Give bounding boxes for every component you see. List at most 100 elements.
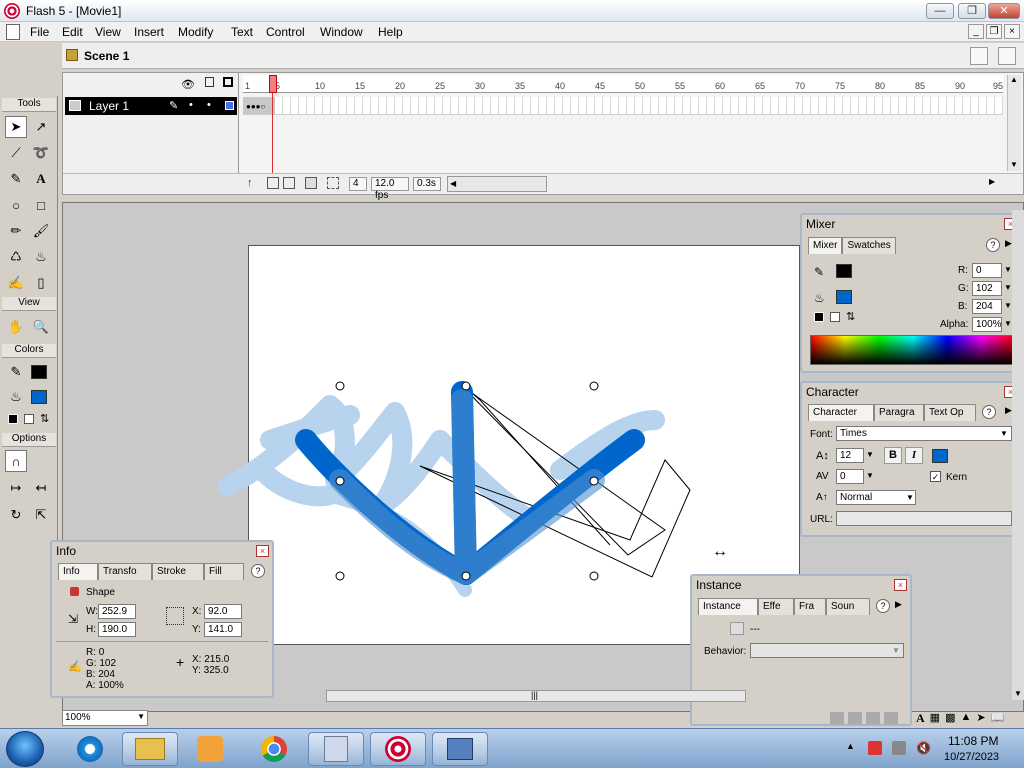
character-launcher-icon[interactable]: A: [916, 711, 925, 727]
taskbar-flash-app-icon[interactable]: [370, 732, 426, 766]
restore-button[interactable]: ❐: [958, 3, 986, 19]
edit-multiple-frames-icon[interactable]: [305, 177, 317, 189]
mixer-r-field[interactable]: 0: [972, 263, 1002, 278]
taskbar-flash-file-icon[interactable]: [308, 732, 364, 766]
library-launcher-icon[interactable]: 📖: [991, 711, 1005, 727]
dropper-tool-icon[interactable]: ✍: [5, 272, 27, 294]
menu-file[interactable]: File: [30, 25, 49, 39]
bold-button[interactable]: B: [884, 447, 902, 464]
visible-dot-icon[interactable]: •: [189, 99, 193, 111]
menu-help[interactable]: Help: [378, 25, 403, 39]
font-size-field[interactable]: 12: [836, 448, 864, 463]
mixer-default-colors-icon[interactable]: [814, 312, 824, 322]
info-close-button[interactable]: ×: [256, 545, 269, 557]
font-dropdown-arrow[interactable]: ▼: [998, 427, 1010, 440]
onion-markers-icon[interactable]: [327, 177, 339, 189]
center-frame-icon[interactable]: ↑: [247, 177, 259, 191]
eraser-tool-icon[interactable]: ▯: [30, 272, 52, 294]
menu-window[interactable]: Window: [320, 25, 363, 39]
minimize-button[interactable]: —: [926, 3, 954, 19]
doc-minimize-button[interactable]: _: [968, 24, 984, 39]
smooth-icon[interactable]: ↦: [5, 477, 27, 499]
rectangle-tool-icon[interactable]: □: [30, 194, 52, 216]
pencil-tool-icon[interactable]: ✏: [5, 220, 27, 242]
taskbar-ie-icon[interactable]: [62, 732, 118, 766]
fill-color-swatch[interactable]: [31, 390, 47, 404]
mixer-help-icon[interactable]: ?: [986, 238, 1000, 252]
line-tool-icon[interactable]: ⟋: [5, 142, 27, 164]
arrow-tool-icon[interactable]: ➤: [5, 116, 27, 138]
lock-icon[interactable]: [205, 77, 214, 87]
taskbar-media-player-icon[interactable]: [182, 732, 238, 766]
stroke-color-swatch[interactable]: [31, 365, 47, 379]
tab-info[interactable]: Info: [58, 563, 98, 580]
stage-hscrollbar[interactable]: |||: [326, 690, 746, 702]
instance-menu-arrow-icon[interactable]: ▶: [895, 599, 902, 610]
url-field[interactable]: [836, 511, 1012, 526]
frame-ruler[interactable]: 1 5 10 15 20 25 30 35 40 45 50 55 60 65 …: [243, 75, 1003, 93]
registration-grid-icon[interactable]: [166, 607, 184, 625]
tab-swatches[interactable]: Swatches: [842, 237, 896, 254]
taskbar-explorer-icon[interactable]: [122, 732, 178, 766]
font-select[interactable]: Times: [836, 426, 1012, 441]
scale-icon[interactable]: ⇱: [30, 504, 52, 526]
tab-text-options[interactable]: Text Op: [924, 404, 976, 421]
tab-mixer[interactable]: Mixer: [808, 237, 843, 254]
mixer-alpha-field[interactable]: 100%: [972, 317, 1002, 332]
mixer-stroke-swatch[interactable]: [836, 264, 852, 278]
default-colors-icon[interactable]: [8, 414, 18, 424]
behavior-dropdown-arrow[interactable]: ▼: [890, 644, 902, 657]
hand-tool-icon[interactable]: ✋: [5, 316, 27, 338]
tracking-dropdown[interactable]: ▼: [864, 469, 876, 482]
tab-stroke[interactable]: Stroke: [152, 563, 204, 580]
tray-expand-icon[interactable]: ▲: [846, 741, 860, 755]
tab-paragraph[interactable]: Paragra: [874, 404, 924, 421]
zoom-tool-icon[interactable]: 🔍: [30, 316, 52, 338]
tab-instance[interactable]: Instance: [698, 598, 758, 615]
tray-alert-icon[interactable]: [868, 741, 882, 755]
snap-magnet-icon[interactable]: ∩: [5, 450, 27, 472]
y-field[interactable]: 141.0: [204, 622, 242, 637]
taskbar-chrome-icon[interactable]: [246, 732, 302, 766]
movie-explorer-icon[interactable]: ▲: [960, 711, 971, 727]
height-field[interactable]: 190.0: [98, 622, 136, 637]
keyframe-span[interactable]: ●●●○: [243, 97, 275, 114]
edit-symbol-icon[interactable]: [866, 712, 880, 724]
mixer-swap-icon[interactable]: ⇅: [846, 310, 855, 323]
behavior-select[interactable]: [750, 643, 904, 658]
close-button[interactable]: ✕: [988, 3, 1020, 19]
menu-text[interactable]: Text: [231, 25, 253, 39]
timeline-scrollbar[interactable]: ▲ ▼: [1007, 75, 1021, 171]
tracking-field[interactable]: 0: [836, 469, 864, 484]
tab-transform[interactable]: Transfo: [98, 563, 152, 580]
paint-bucket-tool-icon[interactable]: ♨: [30, 246, 52, 268]
text-color-swatch[interactable]: [932, 449, 948, 463]
clock-date[interactable]: 10/27/2023: [944, 751, 999, 763]
tab-sound[interactable]: Soun: [826, 598, 870, 615]
color-spectrum[interactable]: [810, 335, 1016, 365]
italic-button[interactable]: I: [905, 447, 923, 464]
tab-character[interactable]: Character: [808, 404, 874, 421]
subselect-tool-icon[interactable]: ↗: [30, 116, 52, 138]
lasso-tool-icon[interactable]: ➰: [30, 142, 52, 164]
pen-tool-icon[interactable]: ✎: [5, 168, 27, 190]
playhead[interactable]: [269, 75, 277, 93]
no-color-icon[interactable]: [24, 414, 34, 424]
mixer-g-field[interactable]: 102: [972, 281, 1002, 296]
edit-scene-icon[interactable]: [998, 47, 1016, 65]
info-help-icon[interactable]: ?: [251, 564, 265, 578]
mixer-no-color-icon[interactable]: [830, 312, 840, 322]
menu-control[interactable]: Control: [266, 25, 305, 39]
document-icon[interactable]: [6, 24, 20, 40]
text-tool-icon[interactable]: A: [30, 168, 52, 190]
zoom-dropdown-arrow[interactable]: ▼: [137, 712, 145, 721]
layer-row-layer-1[interactable]: Layer 1 ✎ • •: [65, 97, 237, 115]
oval-tool-icon[interactable]: ○: [5, 194, 27, 216]
tab-effect[interactable]: Effe: [758, 598, 794, 615]
edit-action-icon[interactable]: [884, 712, 898, 724]
font-size-dropdown[interactable]: ▼: [864, 448, 876, 461]
outline-icon[interactable]: [223, 77, 233, 87]
clock-time[interactable]: 11:08 PM: [948, 734, 998, 748]
align-launcher-icon[interactable]: ▩: [945, 711, 955, 727]
swap-colors-icon[interactable]: ⇅: [40, 412, 49, 425]
